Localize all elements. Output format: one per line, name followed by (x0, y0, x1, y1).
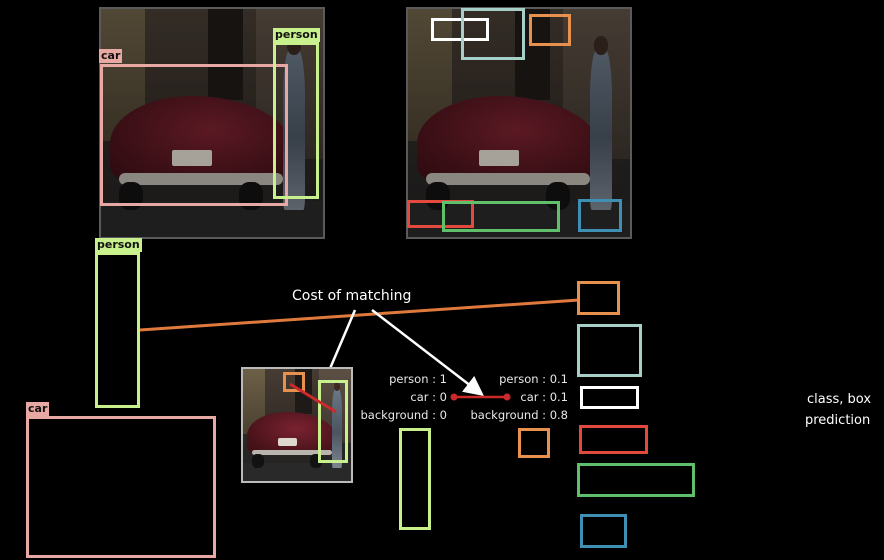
right-box-white (580, 386, 639, 409)
gt-score-person: person : 1 (389, 372, 447, 386)
person-prediction-box-detached (399, 428, 431, 530)
pred-score-car: car : 0.1 (520, 390, 568, 404)
right-box-blue (580, 514, 627, 548)
right-box-red (579, 425, 648, 454)
thumbnail-red-line (289, 382, 337, 414)
gt-score-background: background : 0 (360, 408, 447, 422)
right-box-lightblue (577, 324, 642, 377)
side-label-line1: class, box (807, 392, 872, 407)
gt-score-car: car : 0 (410, 390, 447, 404)
pred-score-person: person : 0.1 (499, 372, 568, 386)
right-box-green (577, 463, 695, 497)
orange-prediction-box-detached (518, 428, 550, 458)
pred-score-background: background : 0.8 (470, 408, 569, 422)
side-label-line2: prediction (805, 413, 871, 428)
right-box-orange (577, 281, 620, 315)
